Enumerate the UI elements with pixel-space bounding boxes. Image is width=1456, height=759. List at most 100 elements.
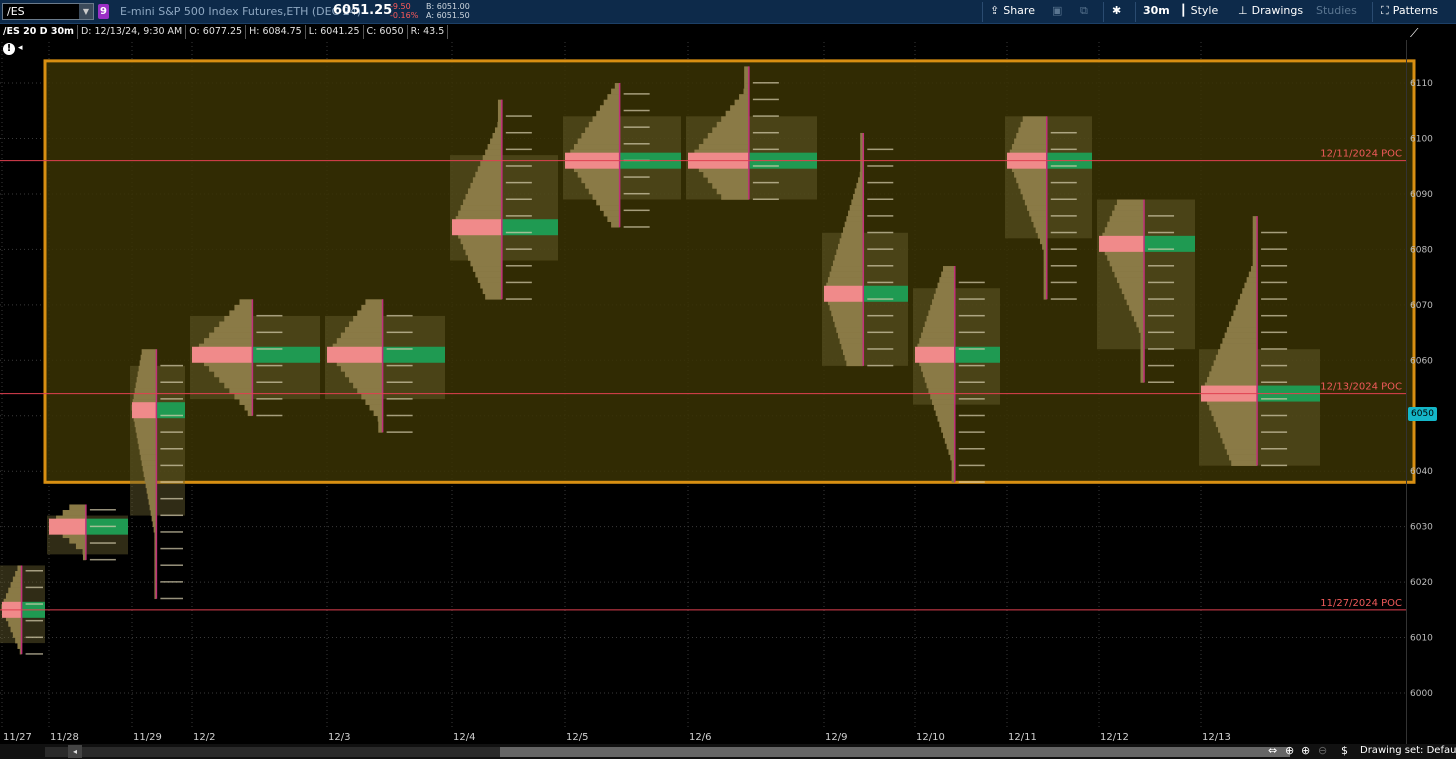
profile-row	[596, 110, 620, 117]
profile-row	[1022, 116, 1047, 123]
tpo-row	[160, 531, 183, 533]
profile-row	[349, 321, 383, 328]
drawing-set-label[interactable]: Drawing set: Default	[1360, 745, 1456, 756]
profile-row	[15, 637, 22, 644]
profile-row	[707, 132, 749, 139]
tpo-row	[1261, 364, 1288, 367]
profile-row	[1014, 138, 1047, 145]
profile-row	[1104, 227, 1145, 234]
profile-row	[1020, 121, 1047, 128]
profile-row	[1109, 260, 1145, 267]
profile-row	[603, 210, 620, 217]
tpo-row	[752, 115, 779, 117]
tpo-row	[256, 414, 283, 417]
tpo-row	[89, 525, 116, 528]
profile-row	[1220, 432, 1258, 439]
tpo-row	[386, 364, 413, 367]
scrollbar-thumb[interactable]	[500, 747, 1290, 757]
profile-row	[214, 371, 253, 378]
profile-row	[716, 121, 749, 128]
tpo-row	[623, 209, 650, 212]
profile-row	[1016, 177, 1047, 184]
tpo-row	[958, 364, 985, 367]
profile-row	[148, 498, 157, 505]
tpo-row	[386, 414, 413, 417]
tpo-row	[1261, 265, 1288, 267]
profile-row	[365, 399, 383, 405]
tpo-row	[1261, 314, 1288, 317]
profile-row	[361, 304, 383, 311]
bottom-bar: ◂ ⇔ ⊕ ⊕ ⊖ $ Drawing set: Default	[0, 744, 1456, 759]
profile-row	[482, 288, 502, 295]
profile-row	[1244, 282, 1258, 289]
date-tick-label: 12/2	[193, 732, 215, 743]
profile-row	[926, 382, 955, 389]
profile-row	[480, 160, 502, 167]
profile-row	[1022, 193, 1047, 200]
tpo-row	[1050, 181, 1077, 184]
tpo-row	[25, 570, 43, 572]
price-tick-label: 6060	[1410, 356, 1433, 366]
date-tick-label: 12/5	[566, 732, 588, 743]
profile-row	[1011, 144, 1047, 150]
profile-row	[919, 338, 955, 344]
profile-row	[150, 510, 157, 516]
arrows-icon[interactable]: ⇔	[1268, 744, 1277, 757]
tpo-row	[160, 514, 183, 517]
date-axis: 11/27 11/28 11/29 12/2 12/3 12/4 12/5 12/6 12/9 1…	[3, 732, 1231, 743]
profile-row	[465, 193, 502, 200]
scroll-left-button[interactable]: ◂	[68, 745, 82, 758]
profile-row	[1138, 327, 1145, 333]
profile-row	[599, 205, 620, 211]
dollar-icon[interactable]: $	[1341, 744, 1348, 757]
tpo-row	[958, 381, 985, 383]
collapse-chevron-icon[interactable]: ◂	[18, 43, 23, 53]
profile-row	[843, 227, 864, 234]
profile-row	[340, 332, 383, 339]
zoom-in-icon[interactable]: ⊕	[1301, 744, 1310, 757]
tpo-row	[160, 448, 183, 450]
tpo-row	[1261, 298, 1288, 300]
current-price-tag: 6050	[1408, 407, 1437, 421]
profile-row	[836, 327, 864, 333]
profile-row	[136, 432, 157, 439]
profile-row	[234, 304, 253, 311]
tpo-row	[1050, 148, 1077, 151]
profile-row	[219, 321, 253, 328]
profile-row	[846, 216, 864, 222]
profile-row	[937, 282, 955, 289]
date-tick-label: 12/3	[328, 732, 350, 743]
profile-row	[224, 382, 253, 389]
profile-row	[854, 188, 864, 195]
profile-row	[848, 210, 864, 217]
profile-row	[1222, 437, 1258, 444]
tpo-row	[958, 431, 985, 433]
crosshair-icon[interactable]: ⊕	[1285, 744, 1294, 757]
profile-row	[829, 304, 864, 311]
profile-row	[921, 332, 955, 339]
profile-row	[1229, 454, 1258, 461]
poc-bar	[327, 346, 383, 363]
profile-row	[472, 266, 502, 272]
profile-row	[139, 449, 157, 455]
alert-icon[interactable]: !	[3, 43, 15, 55]
time-scrollbar[interactable]	[45, 747, 1290, 757]
price-chart[interactable]: 12/11/2024 POC 12/13/2024 POC 11/27/2024 P…	[0, 0, 1456, 744]
profile-row	[135, 426, 157, 433]
profile-row	[834, 254, 864, 261]
profile-row	[1207, 376, 1258, 383]
zoom-out-icon[interactable]: ⊖	[1318, 744, 1327, 757]
profile-row	[229, 310, 253, 317]
tpo-row	[505, 215, 532, 217]
profile-row	[369, 404, 383, 411]
tpo-row	[25, 603, 43, 605]
profile-row	[588, 121, 620, 128]
profile-row	[1029, 210, 1047, 217]
tpo-row	[752, 98, 779, 101]
profile-row	[141, 460, 157, 466]
profile-row	[492, 132, 502, 139]
tpo-row	[160, 431, 183, 433]
profile-row	[460, 205, 502, 211]
profile-row	[353, 315, 383, 322]
profile-row	[1114, 205, 1145, 211]
